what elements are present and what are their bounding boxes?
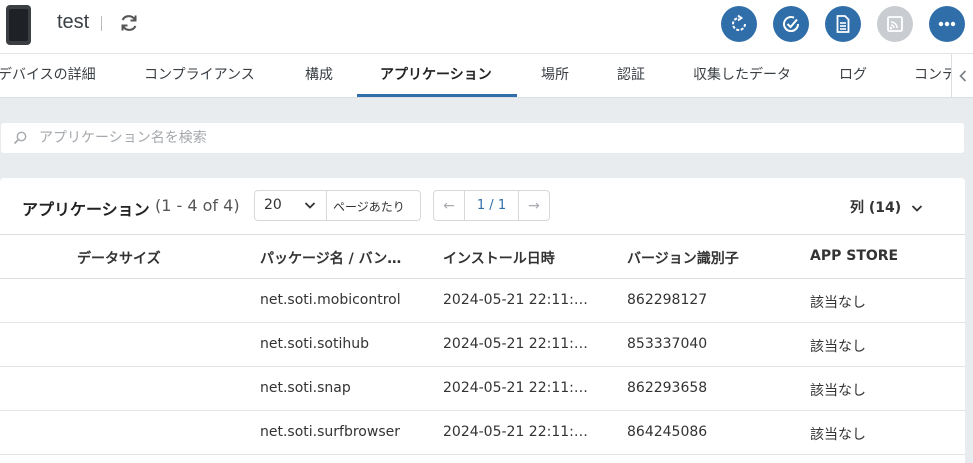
remote-view-button[interactable] (877, 6, 913, 42)
tab-scroll-left-button[interactable] (951, 54, 973, 97)
record-count: (1 - 4 of 4) (155, 196, 240, 215)
per-page-value: 20 (264, 197, 282, 213)
next-page-button[interactable]: → (518, 191, 549, 220)
tab-logs[interactable]: ログ (839, 54, 867, 97)
pagination: ← 1 / 1 → (433, 190, 550, 221)
tab-content[interactable]: コンテ (914, 54, 956, 97)
cell-version: 853337040 (627, 336, 708, 352)
cell-package: net.soti.surfbrowser (260, 424, 400, 440)
tab-applications[interactable]: アプリケーション (380, 54, 492, 97)
cell-package: net.soti.sotihub (260, 336, 369, 352)
more-icon (938, 21, 956, 27)
phone-device-icon (6, 5, 31, 45)
tab-certificates[interactable]: 認証 (617, 54, 645, 97)
search-icon (13, 131, 27, 145)
column-header-version[interactable]: バージョン識別子 (627, 248, 739, 268)
title-divider (101, 16, 102, 31)
more-actions-button[interactable] (929, 6, 965, 42)
per-page-selector[interactable]: 20 ページあたり (254, 190, 421, 221)
page-indicator: 1 / 1 (476, 198, 507, 213)
tab-device-details[interactable]: デバイスの詳細 (0, 54, 96, 97)
check-compliance-button[interactable] (773, 6, 809, 42)
tab-collected-data[interactable]: 収集したデータ (693, 54, 791, 97)
device-title: test (57, 11, 90, 33)
cell-app-store: 該当なし (810, 427, 866, 443)
cell-install-date: 2024-05-21 22:11:… (443, 292, 588, 308)
tab-configuration[interactable]: 構成 (305, 54, 333, 97)
cell-install-date: 2024-05-21 22:11:… (443, 424, 588, 440)
tab-compliance[interactable]: コンプライアンス (144, 54, 255, 97)
app-search-input[interactable] (39, 127, 939, 149)
tab-location[interactable]: 場所 (541, 54, 569, 97)
table-row[interactable]: net.soti.snap 2024-05-21 22:11:… 8622936… (0, 367, 965, 411)
cell-install-date: 2024-05-21 22:11:… (443, 336, 588, 352)
cell-app-store: 該当なし (810, 383, 866, 399)
panel-title: アプリケーション (22, 200, 150, 219)
columns-menu-button[interactable]: 列 (14) (850, 197, 901, 217)
cell-version: 862293658 (627, 380, 708, 396)
column-header-app-store[interactable]: APP STORE (810, 248, 898, 264)
chevron-down-icon[interactable] (911, 202, 923, 214)
cell-package: net.soti.mobicontrol (260, 292, 401, 308)
per-page-label: ページあたり (333, 200, 405, 214)
chevron-down-icon (304, 202, 316, 209)
cell-package: net.soti.snap (260, 380, 351, 396)
cell-install-date: 2024-05-21 22:11:… (443, 380, 588, 396)
device-tabs: デバイスの詳細 コンプライアンス 構成 アプリケーション 場所 認証 収集したデ… (0, 54, 973, 98)
per-page-divider (326, 191, 327, 220)
column-header-data-size[interactable]: データサイズ (77, 248, 161, 268)
table-row[interactable]: net.soti.surfbrowser 2024-05-21 22:11:… … (0, 411, 965, 455)
column-header-package[interactable]: パッケージ名 / バン… (260, 248, 401, 268)
active-tab-indicator (357, 94, 517, 97)
report-button[interactable] (825, 6, 861, 42)
table-row[interactable]: net.soti.mobicontrol 2024-05-21 22:11:… … (0, 279, 965, 323)
table-header: データサイズ パッケージ名 / バン… インストール日時 バージョン識別子 AP… (0, 234, 965, 279)
applications-panel: アプリケーション (1 - 4 of 4) 20 ページあたり ← 1 / 1 … (0, 178, 965, 463)
table-row[interactable]: net.soti.sotihub 2024-05-21 22:11:… 8533… (0, 323, 965, 367)
cell-app-store: 該当なし (810, 295, 866, 311)
app-search-box (1, 123, 964, 153)
check-circle-icon (783, 16, 800, 33)
column-header-install-date[interactable]: インストール日時 (443, 248, 555, 268)
prev-page-button[interactable]: ← (434, 191, 465, 220)
sync-icon (732, 14, 746, 31)
cell-version: 864245086 (627, 424, 708, 440)
sync-action-button[interactable] (721, 6, 757, 42)
device-header: test (0, 0, 973, 54)
refresh-icon[interactable] (118, 12, 140, 34)
document-icon (836, 15, 850, 33)
cell-app-store: 該当なし (810, 339, 866, 355)
cell-version: 862298127 (627, 292, 708, 308)
chevron-left-icon (958, 70, 966, 82)
cast-icon (887, 16, 903, 32)
